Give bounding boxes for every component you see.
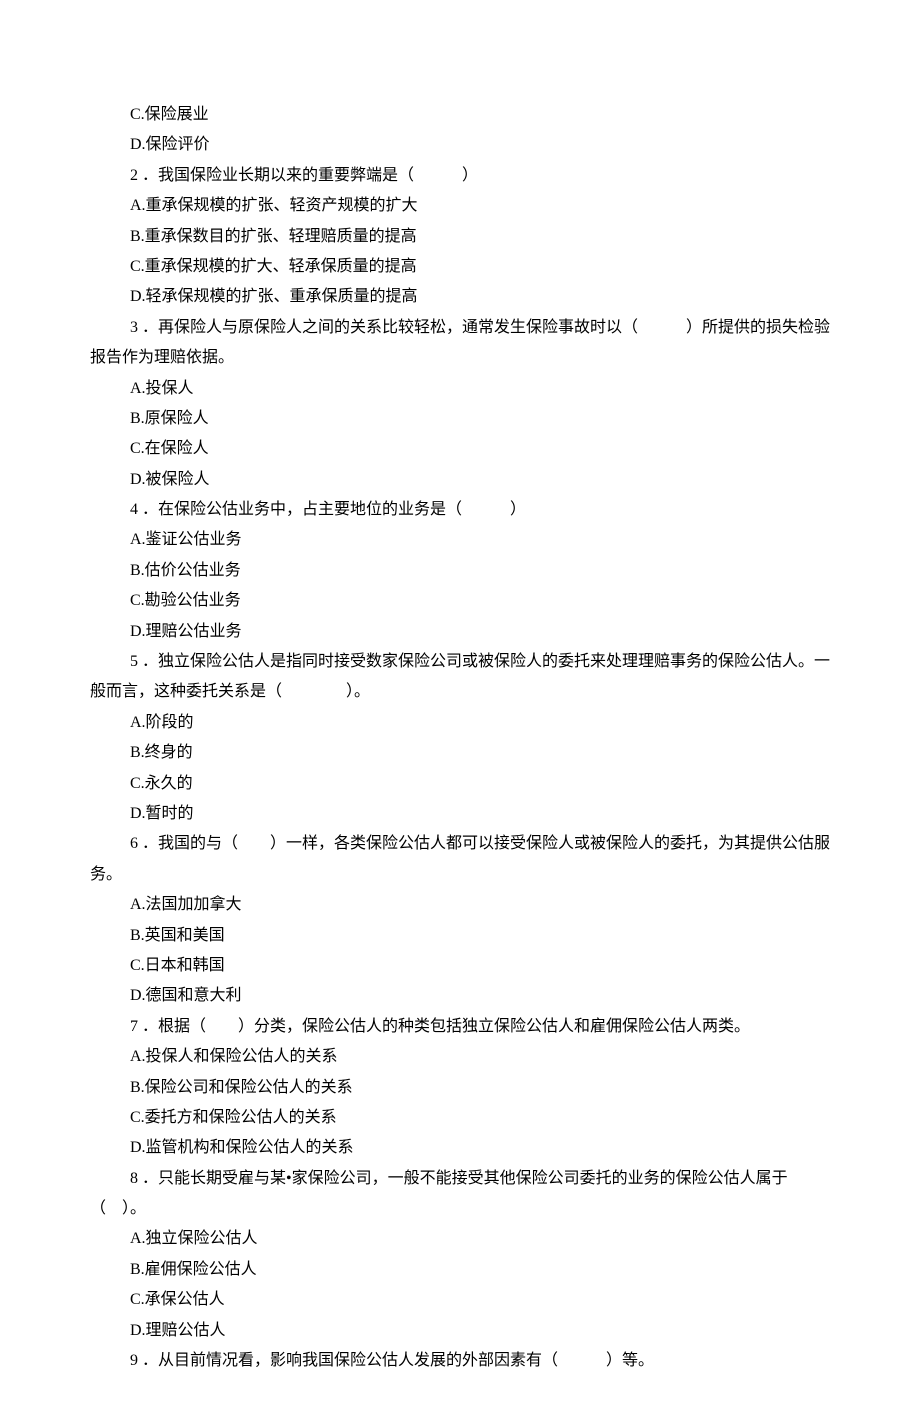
question-stem: 8 ．只能长期受雇与某•家保险公司，一般不能接受其他保险公司委托的业务的保险公估… <box>90 1164 830 1225</box>
option-line: D.理赔公估业务 <box>90 617 830 647</box>
option-line: A.独立保险公估人 <box>90 1224 830 1254</box>
option-line: B.保险公司和保险公估人的关系 <box>90 1073 830 1103</box>
option-line: D.理赔公估人 <box>90 1316 830 1346</box>
option-line: C.保险展业 <box>90 100 830 130</box>
option-line: A.投保人 <box>90 374 830 404</box>
option-line: C.在保险人 <box>90 434 830 464</box>
option-line: D.监管机构和保险公估人的关系 <box>90 1133 830 1163</box>
question-stem: 6 ．我国的与（ ）一样，各类保险公估人都可以接受保险人或被保险人的委托，为其提… <box>90 829 830 890</box>
option-line: C.勘验公估业务 <box>90 586 830 616</box>
option-line: B.重承保数目的扩张、轻理赔质量的提高 <box>90 222 830 252</box>
option-line: A.阶段的 <box>90 708 830 738</box>
option-line: A.法国加加拿大 <box>90 890 830 920</box>
option-line: B.英国和美国 <box>90 921 830 951</box>
option-line: A.重承保规模的扩张、轻资产规模的扩大 <box>90 191 830 221</box>
question-stem: 5 ．独立保险公估人是指同时接受数家保险公司或被保险人的委托来处理理赔事务的保险… <box>90 647 830 708</box>
question-stem: 7 ．根据（ ）分类，保险公估人的种类包括独立保险公估人和雇佣保险公估人两类。 <box>90 1012 830 1042</box>
option-line: C.日本和韩国 <box>90 951 830 981</box>
option-line: C.永久的 <box>90 769 830 799</box>
question-stem: 9 ．从目前情况看，影响我国保险公估人发展的外部因素有（ ）等。 <box>90 1346 830 1376</box>
option-line: B.雇佣保险公估人 <box>90 1255 830 1285</box>
question-stem: 3 ．再保险人与原保险人之间的关系比较轻松，通常发生保险事故时以（ ）所提供的损… <box>90 313 830 374</box>
option-line: D.暂时的 <box>90 799 830 829</box>
option-line: B.估价公估业务 <box>90 556 830 586</box>
option-line: D.轻承保规模的扩张、重承保质量的提高 <box>90 282 830 312</box>
option-line: C.重承保规模的扩大、轻承保质量的提高 <box>90 252 830 282</box>
question-stem: 2 ．我国保险业长期以来的重要弊端是（ ） <box>90 161 830 191</box>
option-line: B.原保险人 <box>90 404 830 434</box>
question-stem: 4 ．在保险公估业务中，占主要地位的业务是（ ） <box>90 495 830 525</box>
option-line: C.承保公估人 <box>90 1285 830 1315</box>
option-line: C.委托方和保险公估人的关系 <box>90 1103 830 1133</box>
option-line: D.被保险人 <box>90 465 830 495</box>
option-line: D.德国和意大利 <box>90 981 830 1011</box>
option-line: B.终身的 <box>90 738 830 768</box>
option-line: D.保险评价 <box>90 130 830 160</box>
option-line: A.投保人和保险公估人的关系 <box>90 1042 830 1072</box>
option-line: A.鉴证公估业务 <box>90 525 830 555</box>
